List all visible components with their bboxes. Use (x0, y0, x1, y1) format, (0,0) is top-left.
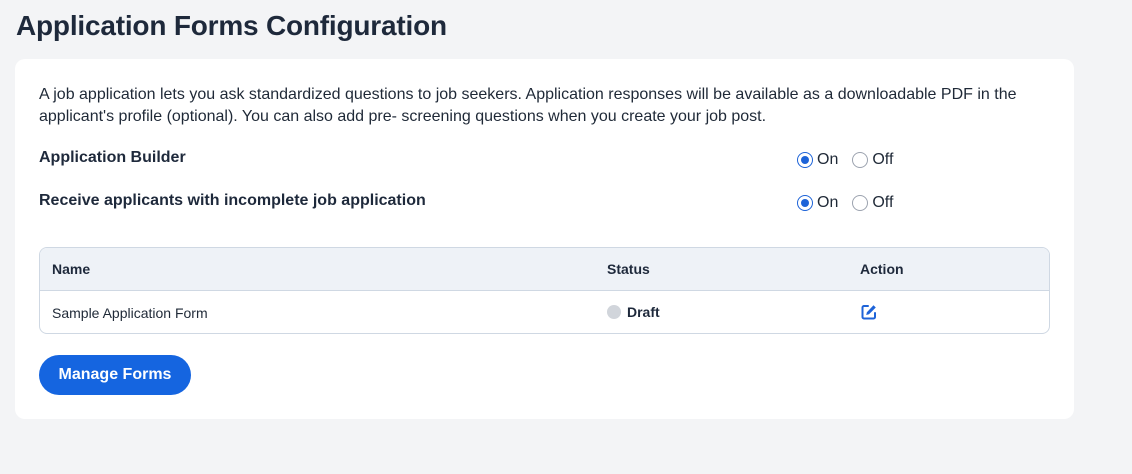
radio-unchecked-icon[interactable] (852, 152, 869, 168)
status-dot-icon (607, 305, 621, 319)
forms-table: Name Status Action Sample Application Fo… (39, 247, 1050, 334)
edit-form-button[interactable] (860, 303, 878, 324)
table-row: Sample Application Form Draft (40, 291, 1049, 333)
incomplete-applicants-radio-group: On Off (797, 191, 907, 215)
incomplete-applicants-on-radio[interactable]: On (797, 194, 838, 212)
configuration-card: A job application lets you ask standardi… (15, 59, 1074, 419)
edit-icon[interactable] (860, 303, 878, 321)
radio-unchecked-icon[interactable] (852, 195, 869, 211)
radio-label-off: Off (872, 151, 894, 168)
setting-incomplete-applicants: Receive applicants with incomplete job a… (39, 191, 1039, 215)
setting-label: Receive applicants with incomplete job a… (39, 192, 426, 209)
radio-checked-icon[interactable] (797, 152, 813, 168)
radio-label-off: Off (872, 194, 894, 211)
column-header-name: Name (52, 261, 91, 277)
intro-text: A job application lets you ask standardi… (39, 86, 1017, 125)
column-header-action: Action (860, 261, 904, 277)
setting-label: Application Builder (39, 149, 186, 166)
incomplete-applicants-off-radio[interactable]: Off (852, 194, 893, 212)
radio-label-on: On (817, 194, 839, 211)
radio-checked-icon[interactable] (797, 195, 813, 211)
column-header-status: Status (607, 261, 650, 277)
application-builder-radio-group: On Off (797, 148, 907, 172)
manage-forms-button[interactable]: Manage Forms (39, 355, 191, 395)
table-header: Name Status Action (40, 248, 1049, 291)
status-badge: Draft (627, 304, 660, 320)
form-name: Sample Application Form (52, 305, 208, 321)
setting-application-builder: Application Builder On Off (39, 148, 1039, 172)
page-title: Application Forms Configuration (16, 10, 447, 41)
application-builder-off-radio[interactable]: Off (852, 151, 893, 169)
form-status: Draft (607, 304, 660, 320)
radio-label-on: On (817, 151, 839, 168)
application-builder-on-radio[interactable]: On (797, 151, 838, 169)
